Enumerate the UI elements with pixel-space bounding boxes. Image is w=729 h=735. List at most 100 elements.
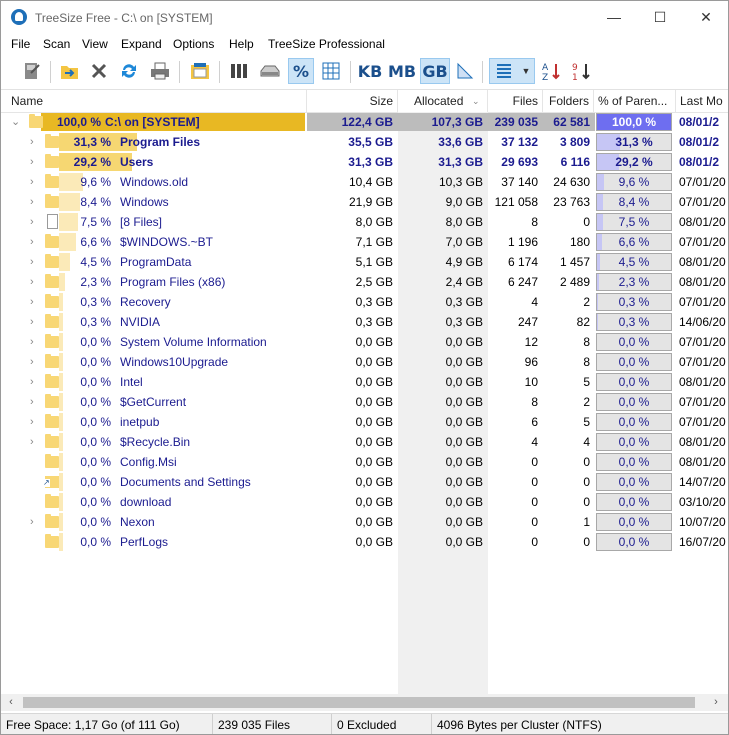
auto-unit-button[interactable] [452, 58, 478, 84]
expand-arrow-icon[interactable]: › [30, 396, 40, 408]
minimize-button[interactable]: — [591, 1, 637, 33]
scroll-left-arrow-icon[interactable]: ‹ [3, 695, 19, 710]
expand-arrow-icon[interactable]: › [30, 216, 40, 228]
menu-view[interactable]: View [82, 37, 108, 51]
stop-button[interactable] [86, 58, 112, 84]
expand-arrow-icon[interactable]: › [30, 376, 40, 388]
explorer-button[interactable] [187, 58, 213, 84]
tree-row[interactable]: › 0,0 % Nexon 0,0 GB 0,0 GB 0 1 0,0 % 10/07/20 [1, 512, 728, 532]
expand-arrow-icon[interactable]: › [30, 356, 40, 368]
title-bar[interactable]: TreeSize Free - C:\ on [SYSTEM] — ☐ ✕ [1, 1, 728, 33]
expand-arrow-icon[interactable]: › [30, 236, 40, 248]
menu-expand[interactable]: Expand [121, 37, 162, 51]
percent-view-button[interactable]: % [288, 58, 314, 84]
tree-row[interactable]: 0,0 % download 0,0 GB 0,0 GB 0 0 0,0 % 03/10/20 [1, 492, 728, 512]
status-cluster: 4096 Bytes per Cluster (NTFS) [437, 718, 602, 732]
disk-view-button[interactable] [257, 58, 283, 84]
expand-arrow-icon[interactable]: › [30, 436, 40, 448]
tree-row[interactable]: 0,0 % Config.Msi 0,0 GB 0,0 GB 0 0 0,0 % 08/01/… [1, 452, 728, 472]
menu-bar: File Scan View Expand Options Help TreeS… [1, 33, 728, 55]
unit-mb-button[interactable]: MB [388, 58, 416, 84]
column-header-size[interactable]: Size [307, 90, 398, 112]
tree-row[interactable]: › 6,6 % $WINDOWS.~BT 7,1 GB 7,0 GB 1 196 180 6,… [1, 232, 728, 252]
scan-drive-button[interactable] [19, 58, 45, 84]
column-header-row: Name Size Allocated ⌄ Files Folders % of… [1, 90, 728, 113]
percent-label: % [292, 61, 310, 81]
expand-arrow-icon[interactable]: › [30, 156, 40, 168]
unit-gb-button[interactable]: GB [420, 58, 450, 84]
row-percent-of-parent: 0,0 % [618, 335, 650, 349]
tree-row[interactable]: › 0,0 % $Recycle.Bin 0,0 GB 0,0 GB 4 4 0,0 % 08/… [1, 432, 728, 452]
size-bar [59, 513, 63, 531]
expand-arrow-icon[interactable]: › [30, 136, 40, 148]
unit-kb-button[interactable]: KB [357, 58, 383, 84]
expand-arrow-icon[interactable]: › [30, 296, 40, 308]
expand-arrow-icon[interactable]: › [30, 196, 40, 208]
scrollbar-thumb[interactable] [23, 697, 695, 708]
tree-row[interactable]: › 0,0 % Intel 0,0 GB 0,0 GB 10 5 0,0 % 08/01/20 [1, 372, 728, 392]
folder-icon [45, 274, 59, 288]
expand-arrow-icon[interactable]: › [30, 336, 40, 348]
row-percent: 0,0 % [80, 435, 111, 449]
menu-options[interactable]: Options [173, 37, 214, 51]
tree-row[interactable]: › 7,5 % [8 Files] 8,0 GB 8,0 GB 8 0 7,5 % 08/01/… [1, 212, 728, 232]
tree-row[interactable]: › 29,2 % Users 31,3 GB 31,3 GB 29 693 6 116 29,… [1, 152, 728, 172]
row-percent: 0,0 % [80, 355, 111, 369]
expand-arrow-icon[interactable]: › [30, 316, 40, 328]
expand-arrow-icon[interactable]: › [30, 416, 40, 428]
horizontal-scrollbar[interactable]: ‹ › [1, 694, 728, 711]
row-files: 6 247 [507, 275, 538, 289]
column-header-allocated[interactable]: Allocated ⌄ [398, 90, 488, 112]
row-folders: 24 630 [553, 175, 590, 189]
tree-row[interactable]: › 9,6 % Windows.old 10,4 GB 10,3 GB 37 140 24 … [1, 172, 728, 192]
row-name: $WINDOWS.~BT [120, 235, 214, 249]
column-header-folders[interactable]: Folders [543, 90, 594, 112]
grid-view-button[interactable] [318, 58, 344, 84]
tree-row[interactable]: › 8,4 % Windows 21,9 GB 9,0 GB 121 058 23 763 8… [1, 192, 728, 212]
close-button[interactable]: ✕ [683, 1, 728, 33]
row-files: 0 [531, 475, 538, 489]
scroll-right-arrow-icon[interactable]: › [708, 695, 724, 710]
row-last-modified: 14/06/20 [679, 315, 726, 329]
tree-row[interactable]: › 0,0 % inetpub 0,0 GB 0,0 GB 6 5 0,0 % 07/01/20 [1, 412, 728, 432]
column-header-name[interactable]: Name [7, 90, 307, 112]
expand-arrow-icon[interactable]: › [30, 176, 40, 188]
column-header-files[interactable]: Files [488, 90, 543, 112]
sort-alpha-button[interactable]: AZ [539, 58, 565, 84]
tree-row[interactable]: › 0,0 % System Volume Information 0,0 GB 0,0… [1, 332, 728, 352]
print-button[interactable] [147, 58, 173, 84]
bar-view-button[interactable] [226, 58, 252, 84]
tree-row[interactable]: › 31,3 % Program Files 35,5 GB 33,6 GB 37 132… [1, 132, 728, 152]
menu-treesize-professional[interactable]: TreeSize Professional [268, 37, 385, 51]
row-percent-of-parent: 0,0 % [618, 355, 650, 369]
menu-scan[interactable]: Scan [43, 37, 70, 51]
expand-arrow-icon[interactable]: › [30, 256, 40, 268]
tree-root-row[interactable]: ⌄ 100,0 % C:\ on [SYSTEM] 122,4 GB 107,3… [1, 112, 728, 132]
refresh-button[interactable] [116, 58, 142, 84]
row-files: 0 [531, 495, 538, 509]
row-allocated: 33,6 GB [438, 135, 483, 149]
menu-file[interactable]: File [11, 37, 30, 51]
details-view-dropdown[interactable]: ▼ [489, 58, 535, 84]
row-size: 0,0 GB [355, 455, 393, 469]
row-percent-of-parent: 0,0 % [618, 415, 650, 429]
maximize-button[interactable]: ☐ [637, 1, 683, 33]
tree-row[interactable]: › 2,3 % Program Files (x86) 2,5 GB 2,4 GB 6 2… [1, 272, 728, 292]
collapse-arrow-icon[interactable]: ⌄ [11, 116, 21, 128]
tree-row[interactable]: 0,0 % Documents and Settings 0,0 GB 0,0 GB 0… [1, 472, 728, 492]
menu-help[interactable]: Help [229, 37, 254, 51]
expand-arrow-icon[interactable]: › [30, 516, 40, 528]
percent-of-parent-box: 6,6 % [596, 233, 672, 251]
tree-row[interactable]: › 0,3 % NVIDIA 0,3 GB 0,3 GB 247 82 0,3 % 14/06/… [1, 312, 728, 332]
column-header-percent-of-parent[interactable]: % of Paren... [594, 90, 676, 112]
column-header-last-modified[interactable]: Last Mo [676, 90, 728, 112]
tree-row[interactable]: › 4,5 % ProgramData 5,1 GB 4,9 GB 6 174 1 457 4… [1, 252, 728, 272]
tree-row[interactable]: › 0,3 % Recovery 0,3 GB 0,3 GB 4 2 0,3 % 07/01/2… [1, 292, 728, 312]
tree-row[interactable]: 0,0 % PerfLogs 0,0 GB 0,0 GB 0 0 0,0 % 16/07/20 [1, 532, 728, 552]
expand-arrow-icon[interactable]: › [30, 276, 40, 288]
sort-size-button[interactable]: 91 [569, 58, 595, 84]
chevron-down-icon: ▼ [521, 66, 531, 76]
tree-row[interactable]: › 0,0 % Windows10Upgrade 0,0 GB 0,0 GB 96 8 0,0… [1, 352, 728, 372]
tree-row[interactable]: › 0,0 % $GetCurrent 0,0 GB 0,0 GB 8 2 0,0 % 07/0… [1, 392, 728, 412]
select-directory-button[interactable] [57, 58, 83, 84]
